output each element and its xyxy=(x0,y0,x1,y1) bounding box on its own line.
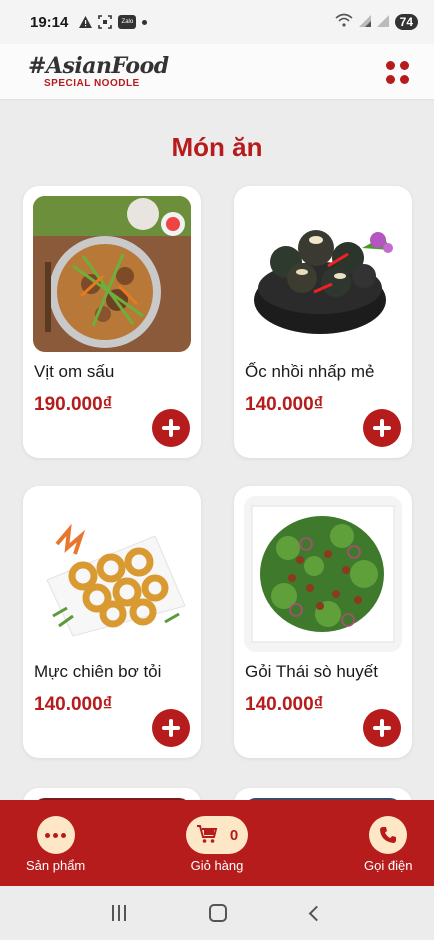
dish-name: Vịt om sấu xyxy=(34,362,115,381)
dish-card[interactable] xyxy=(23,788,201,800)
dot-icon xyxy=(142,19,148,25)
dish-image xyxy=(244,196,402,352)
dish-card[interactable]: Gỏi Thái sò huyết 140.000₫ xyxy=(234,486,412,758)
nav-products[interactable]: Sản phẩm xyxy=(26,816,85,873)
nav-call-label: Gọi điện xyxy=(364,858,413,873)
dish-card[interactable] xyxy=(234,788,412,800)
zalo-icon: Zalo xyxy=(118,15,137,29)
wifi-icon xyxy=(335,13,353,31)
nav-cart-label: Giỏ hàng xyxy=(190,858,244,873)
add-to-cart-button[interactable] xyxy=(152,409,190,447)
bottom-nav: Sản phẩm 0 Giỏ hàng Gọi điện xyxy=(0,800,434,886)
battery-indicator: 74 xyxy=(394,14,418,30)
dish-name: Mực chiên bơ tỏi xyxy=(34,662,162,681)
status-notification-icons: Zalo xyxy=(78,15,148,29)
cart-icon xyxy=(196,824,218,847)
dish-image xyxy=(33,196,191,352)
dish-name: Ốc nhồi nhấp mẻ xyxy=(245,362,375,381)
dish-price: 140.000₫ xyxy=(34,694,113,715)
dish-price: 190.000₫ xyxy=(34,394,113,415)
add-to-cart-button[interactable] xyxy=(363,709,401,747)
dish-image xyxy=(244,496,402,652)
cart-button: 0 xyxy=(186,816,248,854)
dish-card[interactable]: Mực chiên bơ tỏi 140.000₫ xyxy=(23,486,201,758)
nav-call[interactable]: Gọi điện xyxy=(364,816,412,873)
dish-list: Món ăn Vịt om sấu 190.000₫ Ốc nhồi nhấp … xyxy=(0,100,434,800)
phone-icon xyxy=(369,816,408,854)
cart-count: 0 xyxy=(229,826,239,844)
signal-icon xyxy=(358,14,371,31)
system-nav-bar xyxy=(0,886,434,940)
recents-icon[interactable] xyxy=(111,905,126,921)
add-to-cart-button[interactable] xyxy=(152,709,190,747)
status-system-icons: 74 xyxy=(335,13,418,31)
logo-main-text: #AsianFood xyxy=(28,52,169,79)
section-title: Món ăn xyxy=(171,132,263,162)
logo-sub-text: SPECIAL NOODLE xyxy=(44,77,140,89)
app-header: #AsianFood SPECIAL NOODLE xyxy=(0,44,434,100)
nav-cart[interactable]: 0 Giỏ hàng xyxy=(186,816,248,873)
dish-card[interactable]: Ốc nhồi nhấp mẻ 140.000₫ xyxy=(234,186,412,458)
signal-icon-2 xyxy=(376,14,389,31)
grid-dots-icon[interactable] xyxy=(386,60,412,84)
status-bar: 19:14 Zalo 74 xyxy=(0,0,434,44)
alert-icon xyxy=(78,15,92,29)
brand-logo[interactable]: #AsianFood SPECIAL NOODLE xyxy=(28,55,169,89)
screenshot-icon xyxy=(98,15,113,29)
dish-price: 140.000₫ xyxy=(245,694,324,715)
more-dots-icon xyxy=(36,816,75,854)
nav-products-label: Sản phẩm xyxy=(26,858,86,873)
home-icon[interactable] xyxy=(209,904,228,922)
dish-name: Gỏi Thái sò huyết xyxy=(245,662,378,681)
dish-price: 140.000₫ xyxy=(245,394,324,415)
dish-card[interactable]: Vịt om sấu 190.000₫ xyxy=(23,186,201,458)
back-icon[interactable] xyxy=(308,905,325,921)
add-to-cart-button[interactable] xyxy=(363,409,401,447)
dish-image xyxy=(33,496,191,652)
status-time: 19:14 xyxy=(30,13,69,31)
